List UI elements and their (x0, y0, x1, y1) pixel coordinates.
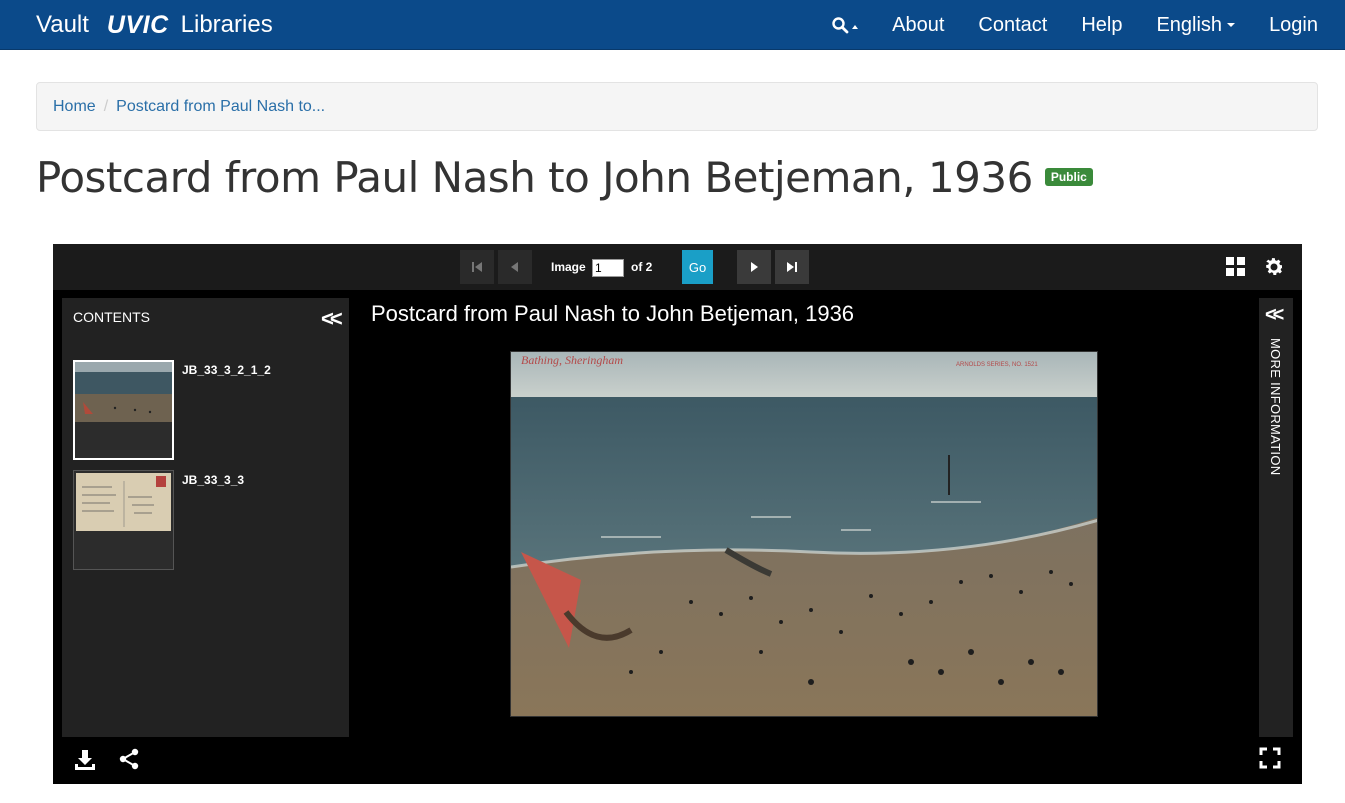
nav-help[interactable]: Help (1081, 14, 1122, 37)
brand-logo[interactable]: Vault UVIC Libraries (36, 0, 273, 50)
search-icon (832, 16, 849, 33)
search-toggle[interactable] (832, 16, 859, 34)
thumbnail-label[interactable]: JB_33_3_3 (182, 473, 244, 487)
image-label: Image (551, 260, 586, 274)
next-page-button[interactable] (737, 250, 771, 284)
main-image[interactable]: Bathing, Sheringham ARNOLDS SERIES, NO. … (510, 351, 1098, 717)
page-number-input[interactable] (592, 259, 624, 277)
last-page-icon (787, 262, 797, 272)
breadcrumb-current[interactable]: Postcard from Paul Nash to... (116, 98, 325, 116)
download-icon[interactable] (73, 748, 97, 772)
postcard-caption: Bathing, Sheringham (521, 353, 623, 367)
brand-vault: Vault (36, 11, 89, 38)
postcard-back-thumbnail (76, 473, 171, 531)
canvas-title: Postcard from Paul Nash to John Betjeman… (371, 301, 855, 326)
beach-thumbnail (75, 362, 172, 422)
last-page-button[interactable] (775, 250, 809, 284)
breadcrumb: Home / Postcard from Paul Nash to... (36, 82, 1318, 131)
previous-icon (511, 262, 518, 272)
page-total-label: of 2 (631, 260, 653, 274)
status-badge: Public (1044, 168, 1093, 186)
brand-uvic: UVIC (106, 10, 169, 39)
nav-menu: About Contact Help English Login (832, 0, 1318, 50)
breadcrumb-home[interactable]: Home (53, 98, 96, 116)
nav-login[interactable]: Login (1269, 14, 1318, 37)
page-title: Postcard from Paul Nash to John Betjeman… (36, 152, 1033, 202)
brand-libraries: Libraries (180, 11, 273, 38)
viewer-toolbar: Image of 2 Go (53, 244, 1302, 290)
breadcrumb-separator: / (103, 97, 109, 115)
next-icon (751, 262, 758, 272)
top-navbar: Vault UVIC Libraries About Contact Help … (0, 0, 1345, 50)
language-dropdown[interactable]: English (1156, 13, 1236, 37)
caret-up-icon (852, 25, 859, 29)
nav-about[interactable]: About (892, 14, 944, 37)
fullscreen-icon[interactable] (1258, 746, 1282, 770)
share-icon[interactable] (117, 747, 141, 771)
language-label: English (1156, 13, 1223, 36)
postcard-series: ARNOLDS SERIES, NO. 1521 (956, 362, 1038, 368)
first-page-button[interactable] (460, 250, 494, 284)
caret-down-icon (1227, 23, 1236, 27)
thumbnail-item[interactable] (73, 360, 174, 460)
previous-page-button[interactable] (498, 250, 532, 284)
collapse-contents-icon[interactable]: << (321, 306, 343, 332)
gallery-view-icon[interactable] (1226, 257, 1245, 276)
more-information-label: MORE INFORMATION (1268, 338, 1283, 476)
viewer-footer (53, 742, 1302, 784)
thumbnail-label[interactable]: JB_33_3_2_1_2 (182, 363, 271, 377)
more-information-panel[interactable]: << MORE INFORMATION (1259, 298, 1293, 737)
expand-info-icon[interactable]: << (1265, 304, 1284, 327)
gear-icon[interactable] (1262, 255, 1286, 279)
page-title-row: Postcard from Paul Nash to John Betjeman… (36, 150, 1093, 204)
first-page-icon (472, 262, 482, 272)
go-button[interactable]: Go (682, 250, 713, 284)
contents-title: CONTENTS (73, 309, 150, 325)
postcard-image: Bathing, Sheringham ARNOLDS SERIES, NO. … (511, 352, 1097, 716)
nav-contact[interactable]: Contact (978, 14, 1047, 37)
image-viewer: Image of 2 Go CONTENTS << J (53, 244, 1302, 784)
thumbnail-item[interactable] (73, 470, 174, 570)
contents-panel: CONTENTS << JB_33_3_2_1_2 JB_33_3_3 (62, 298, 349, 737)
